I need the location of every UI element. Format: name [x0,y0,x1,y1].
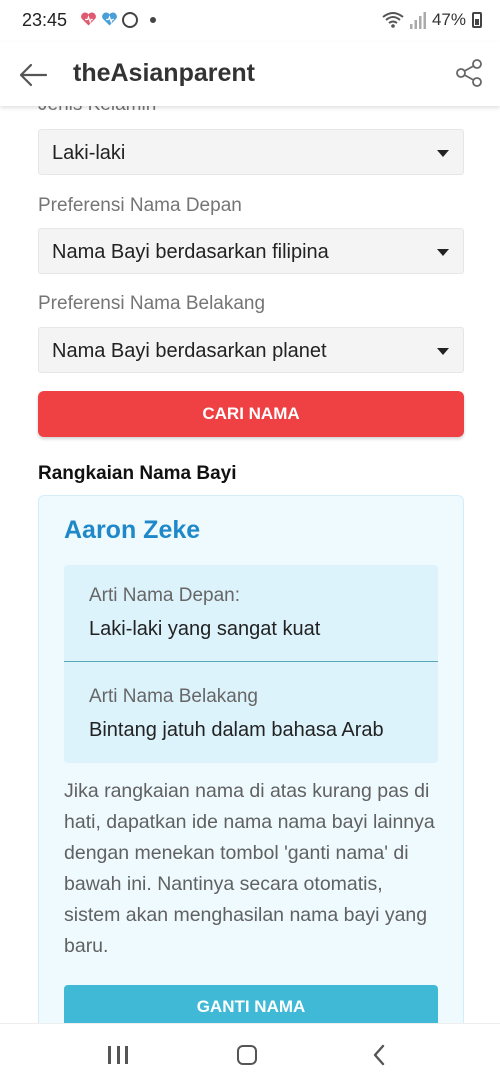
caret-down-icon [437,348,449,355]
heart-icon [102,12,117,26]
last-name-pref-value: Nama Bayi berdasarkan planet [52,340,327,362]
change-name-button[interactable]: GANTI NAMA [64,985,438,1023]
signal-icon [409,12,426,29]
last-name-pref-label: Preferensi Nama Belakang [38,293,266,314]
status-time: 23:45 [22,10,68,30]
first-meaning-label: Arti Nama Depan: [89,585,241,606]
last-meaning-label: Arti Nama Belakang [89,686,258,707]
share-icon[interactable] [454,58,484,88]
last-name-pref-select[interactable]: Nama Bayi berdasarkan planet [38,327,464,373]
app-title: theAsianparent [73,59,255,87]
gender-label: Jenis Kelamin [38,106,156,116]
first-name-pref-label: Preferensi Nama Depan [38,195,242,216]
caret-down-icon [437,249,449,256]
battery-icon [472,12,482,28]
meaning-box: Arti Nama Depan: Laki-laki yang sangat k… [64,565,438,763]
gender-value: Laki-laki [52,142,126,164]
status-bar: 23:45 47% [0,0,500,42]
divider [64,661,438,662]
heart-icon [81,12,96,26]
last-meaning-value: Bintang jatuh dalam bahasa Arab [89,719,384,741]
arrow-left-icon[interactable] [16,58,50,92]
main-content: Jenis Kelamin Laki-laki Preferensi Nama … [0,106,500,1023]
result-card: Aaron Zeke Arti Nama Depan: Laki-laki ya… [38,495,464,1023]
battery-percent: 47% [431,10,466,29]
first-meaning-value: Laki-laki yang sangat kuat [89,618,321,640]
system-nav-bar [0,1023,500,1083]
first-name-pref-select[interactable]: Nama Bayi berdasarkan filipina [38,228,464,274]
system-status: 47% [382,10,482,30]
whatsapp-icon [122,11,138,28]
dot-icon [150,16,156,23]
first-name-pref-value: Nama Bayi berdasarkan filipina [52,241,329,263]
result-section-title: Rangkaian Nama Bayi [38,463,237,484]
recent-apps-icon[interactable] [108,1046,128,1064]
app-bar: theAsianparent [0,42,500,106]
home-icon[interactable] [237,1045,257,1065]
wifi-icon [382,12,404,28]
hint-text: Jika rangkaian nama di atas kurang pas d… [64,780,435,957]
notification-icons [80,11,156,28]
search-name-button[interactable]: CARI NAMA [38,391,464,437]
gender-select[interactable]: Laki-laki [38,129,464,175]
back-icon[interactable] [372,1044,386,1066]
caret-down-icon [437,150,449,157]
baby-name: Aaron Zeke [64,516,201,544]
